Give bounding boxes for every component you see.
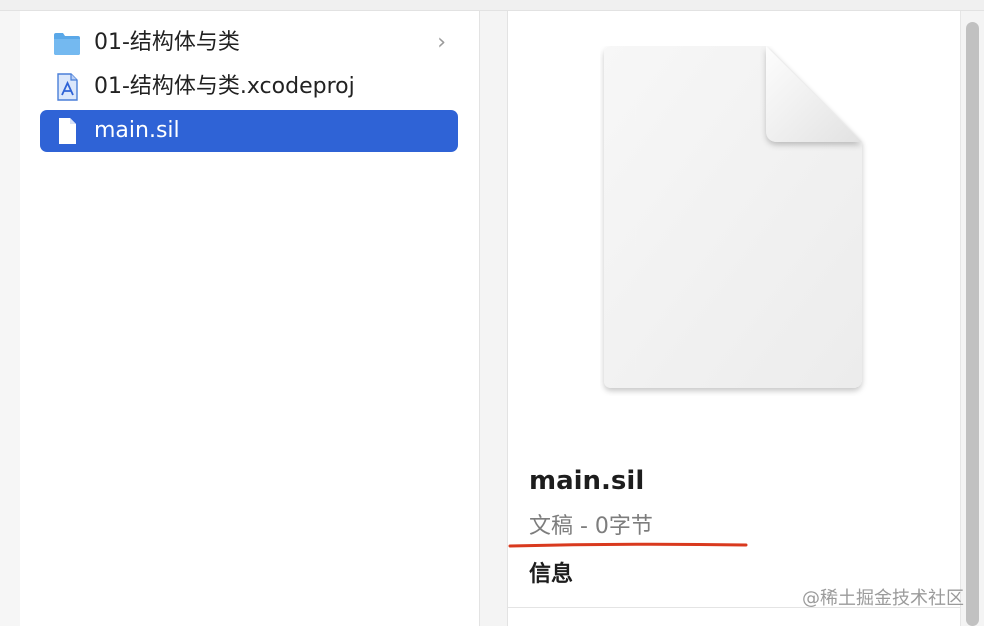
preview-file-kind-size: 文稿 - 0字节 — [529, 514, 653, 539]
folder-icon — [54, 33, 80, 55]
chevron-right-icon: › — [437, 30, 446, 55]
list-item-label: main.sil — [94, 118, 180, 143]
document-preview-icon — [604, 46, 862, 388]
list-item-folder[interactable]: 01-结构体与类 › — [40, 22, 458, 64]
list-item-xcodeproj[interactable]: 01-结构体与类.xcodeproj — [40, 66, 458, 108]
preview-filename: main.sil — [529, 466, 645, 496]
list-item-label: 01-结构体与类.xcodeproj — [94, 74, 355, 99]
column-divider[interactable] — [479, 11, 508, 626]
info-heading: 信息 — [529, 562, 574, 587]
scrollbar-thumb[interactable] — [966, 22, 979, 626]
list-item-main-sil[interactable]: main.sil — [40, 110, 458, 152]
document-icon — [59, 118, 76, 144]
watermark: @稀土掘金技术社区 — [802, 588, 964, 609]
xcodeproj-icon — [57, 73, 78, 101]
list-item-label: 01-结构体与类 — [94, 30, 240, 55]
red-underline-annotation — [508, 542, 748, 548]
window-top-edge — [0, 0, 984, 11]
